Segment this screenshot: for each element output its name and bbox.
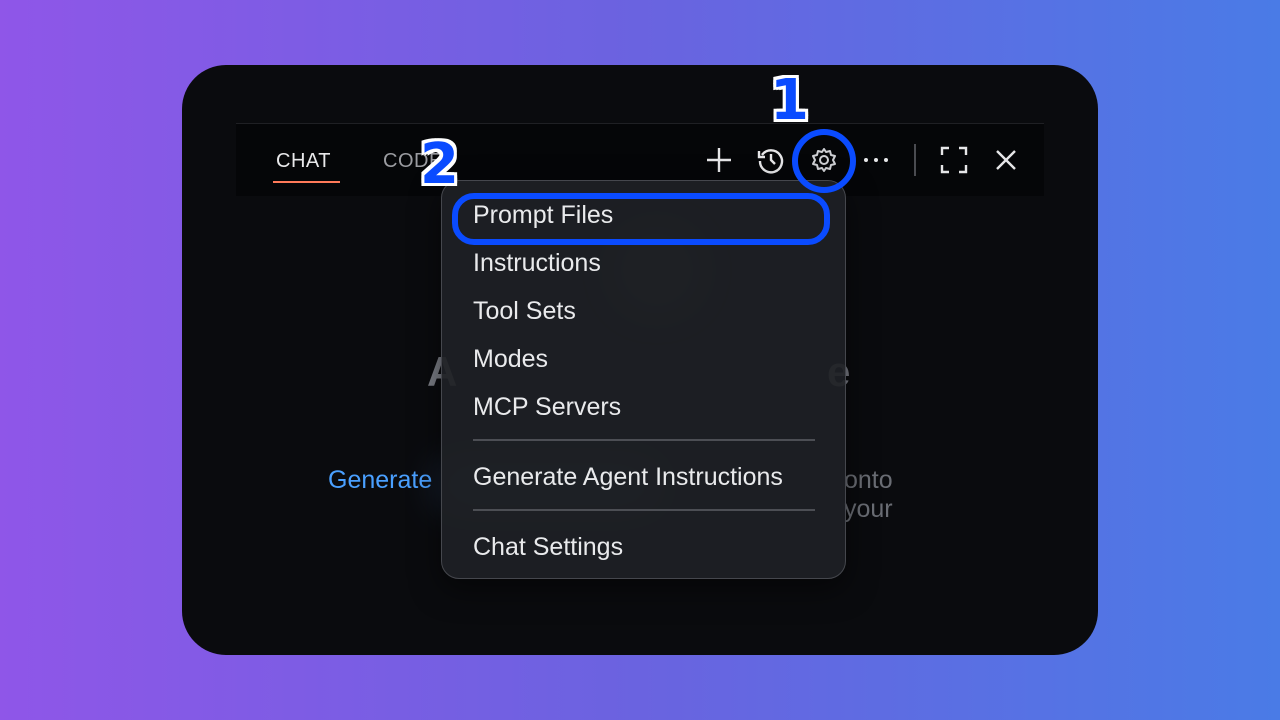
- annotation-highlight-prompt-files: [452, 193, 830, 245]
- annotation-step-2: 2: [420, 132, 459, 197]
- welcome-text: Generate onto your: [328, 466, 893, 523]
- history-icon: [757, 149, 784, 174]
- menu-divider: [473, 439, 815, 441]
- menu-item-generate-agent-instructions[interactable]: Generate Agent Instructions: [473, 463, 783, 492]
- menu-item-tool-sets[interactable]: Tool Sets: [473, 297, 576, 326]
- menu-item-chat-settings[interactable]: Chat Settings: [473, 533, 623, 562]
- generate-link[interactable]: Generate: [328, 466, 432, 494]
- close-button[interactable]: [992, 146, 1020, 174]
- menu-item-mcp-servers[interactable]: MCP Servers: [473, 393, 621, 422]
- fullscreen-button[interactable]: [940, 146, 968, 174]
- welcome-text-rest: onto your: [844, 466, 893, 523]
- annotation-circle-settings: [792, 129, 856, 193]
- more-button[interactable]: [862, 146, 890, 174]
- tab-chat[interactable]: CHAT: [276, 150, 331, 173]
- close-icon: [996, 150, 1016, 170]
- menu-item-modes[interactable]: Modes: [473, 345, 548, 374]
- active-tab-indicator: [273, 181, 340, 183]
- more-icon: [864, 158, 888, 162]
- menu-divider: [473, 509, 815, 511]
- plus-icon: [707, 148, 731, 172]
- fullscreen-icon: [940, 146, 968, 174]
- toolbar-divider: [914, 144, 916, 176]
- menu-item-instructions[interactable]: Instructions: [473, 249, 601, 278]
- history-button[interactable]: [757, 146, 785, 174]
- new-chat-button[interactable]: [705, 146, 733, 174]
- annotation-step-1: 1: [770, 68, 809, 133]
